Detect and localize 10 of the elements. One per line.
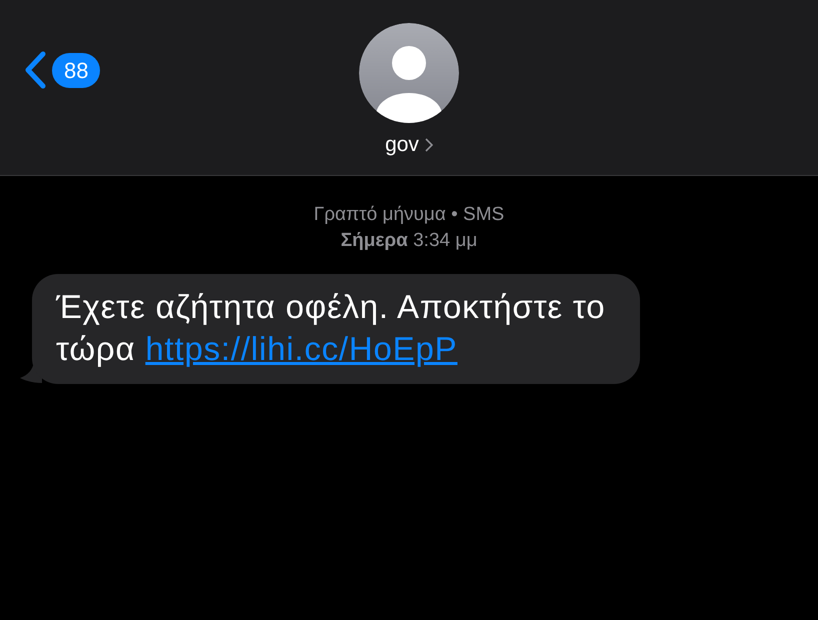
contact-name-button[interactable]: gov — [385, 133, 433, 157]
chevron-right-icon — [424, 138, 433, 152]
unread-count-badge: 88 — [52, 52, 100, 88]
message-text: Έχετε αζήτητα οφέλη. Αποκτήστε το τώρα https://lihi.cc/HoEpP — [56, 288, 606, 367]
avatar-icon[interactable] — [359, 23, 459, 123]
timestamp: Σήμερα 3:34 μμ — [340, 229, 478, 253]
message-type-label: Γραπτό μήνυμα • SMS — [314, 203, 504, 227]
back-chevron-icon — [23, 51, 47, 89]
back-button[interactable]: 88 — [23, 51, 100, 89]
message-link[interactable]: https://lihi.cc/HoEpP — [145, 330, 458, 367]
